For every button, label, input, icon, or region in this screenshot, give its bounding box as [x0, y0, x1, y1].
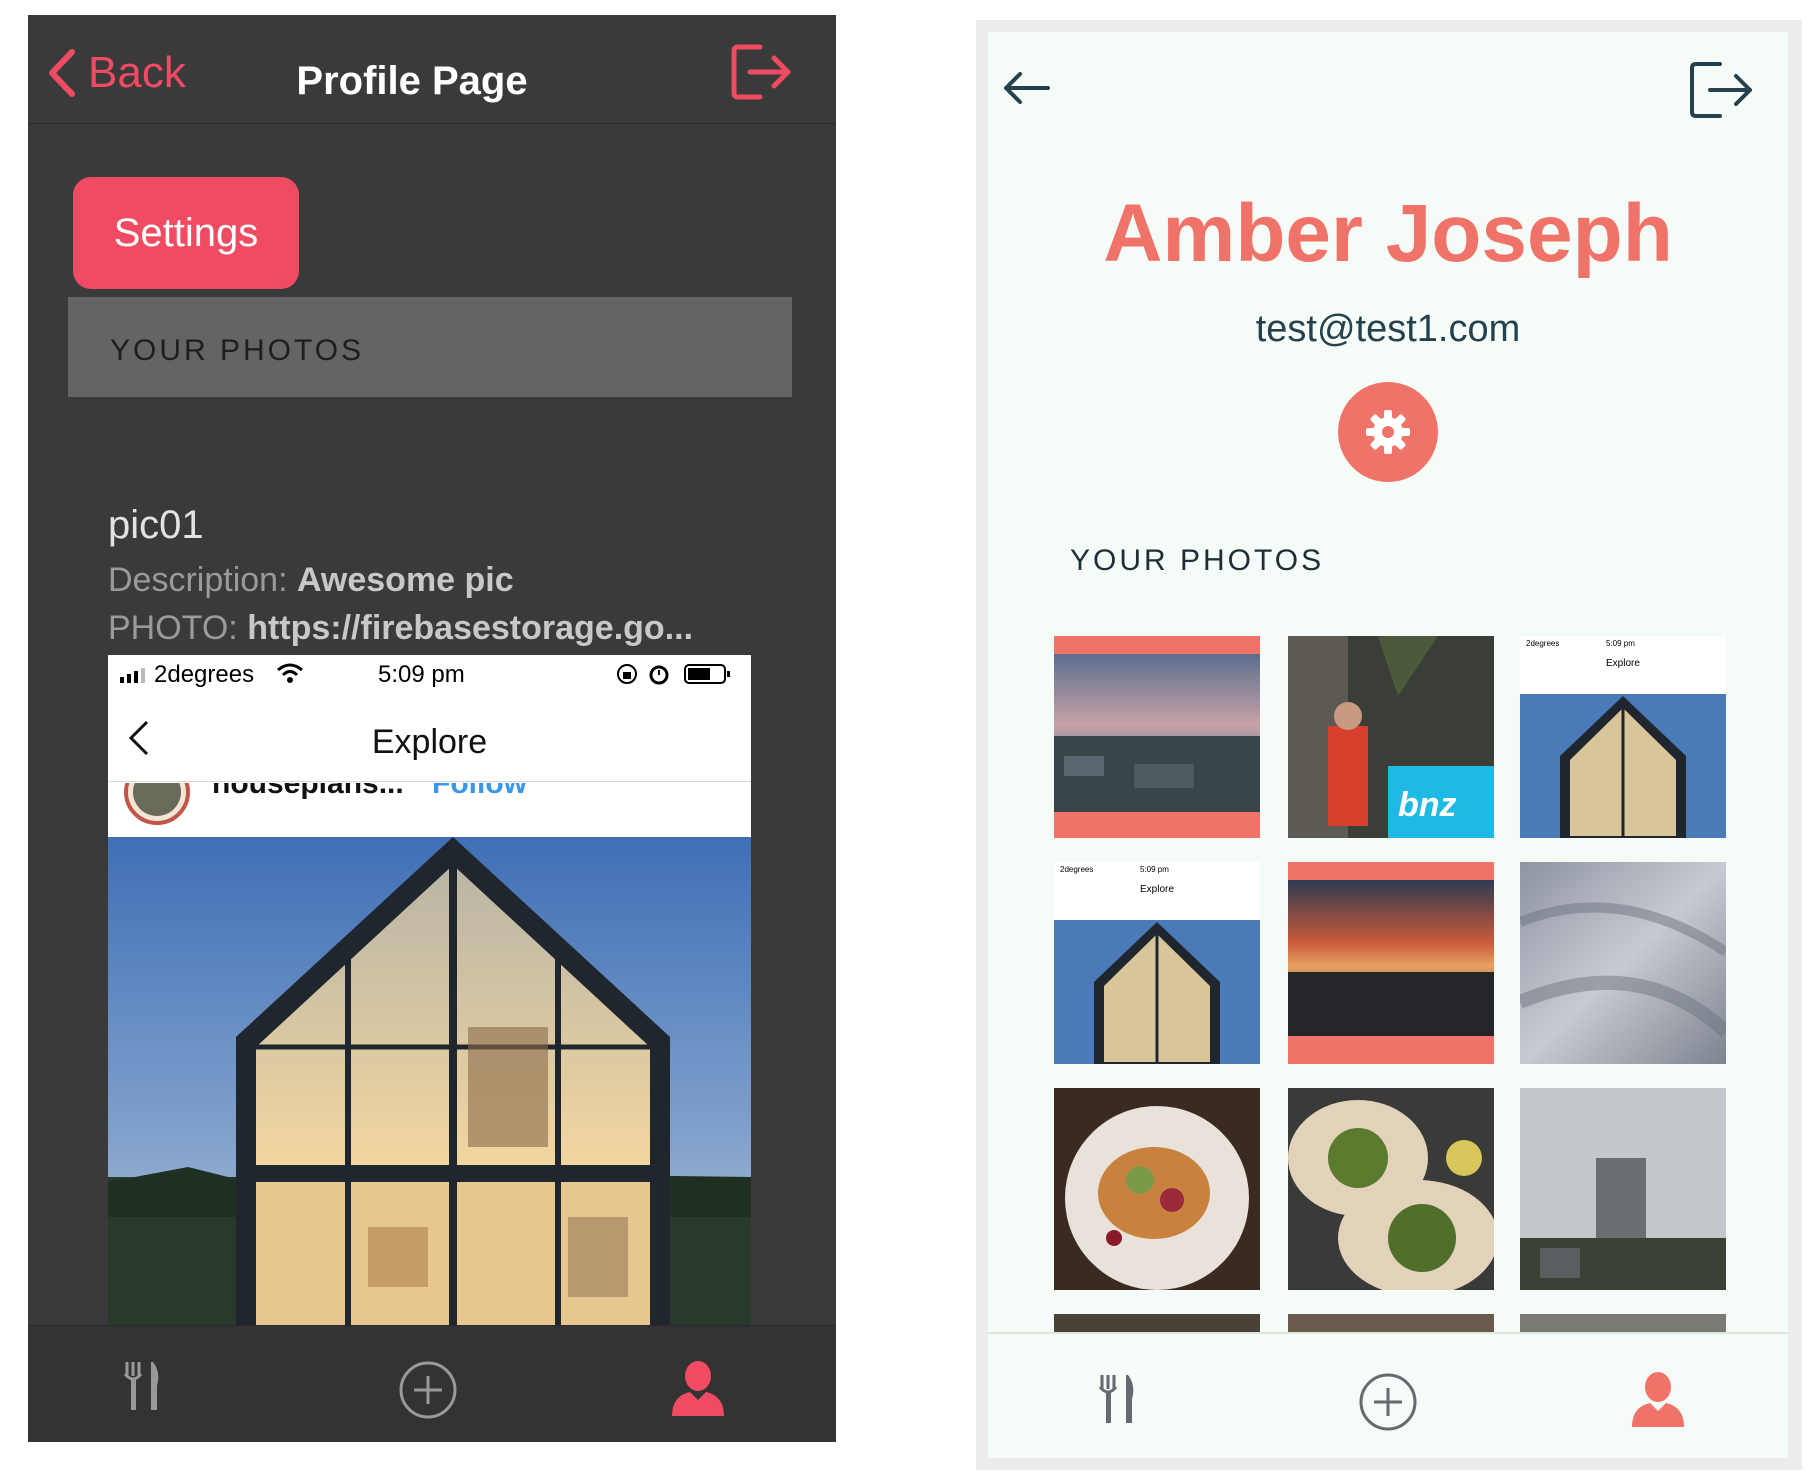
photos-section-header: YOUR PHOTOS	[68, 297, 792, 397]
sunset-harbour-photo	[1288, 862, 1494, 1064]
tacos-photo	[1288, 1088, 1494, 1290]
add-circle-icon[interactable]	[398, 1360, 458, 1425]
mini-time: 5:09 pm	[1606, 639, 1635, 648]
mini-title: Explore	[1140, 884, 1174, 895]
logout-icon[interactable]	[1688, 60, 1756, 125]
section-title: YOUR PHOTOS	[1070, 544, 1325, 577]
arrow-left-icon[interactable]	[1002, 70, 1052, 111]
photo-url-value: https://firebasestorage.go...	[247, 609, 694, 647]
embedded-username: houseplans...	[212, 783, 404, 800]
photo-image[interactable]: 2degrees 5:09 pm Explore houseplans... F…	[108, 655, 751, 1325]
profile-name: Amber Joseph	[1103, 188, 1673, 279]
mini-carrier: 2degrees	[1060, 865, 1093, 874]
photo-tile[interactable]	[1054, 636, 1260, 838]
photo-description: Description: Awesome pic	[108, 561, 514, 600]
photo-tile[interactable]	[1520, 862, 1726, 1064]
embedded-post-header: houseplans... Follow	[108, 783, 751, 837]
battery-icon	[684, 664, 730, 684]
lock-rotation-icon	[617, 664, 637, 684]
carrier-label: 2degrees	[154, 661, 255, 688]
fork-knife-icon[interactable]	[1098, 1372, 1138, 1431]
clock-label: 5:09 pm	[378, 661, 465, 688]
apartment-tower-photo	[1520, 1088, 1726, 1290]
house-screenshot-photo: 2degrees 5:09 pm Explore	[1054, 862, 1260, 1064]
settings-button[interactable]	[1338, 382, 1438, 482]
photo-tile[interactable]	[1054, 1088, 1260, 1290]
embedded-follow: Follow	[432, 783, 527, 800]
photo-tile[interactable]: 2degrees 5:09 pm Explore	[1520, 636, 1726, 838]
person-bnz-sign-photo: bnz	[1288, 636, 1494, 838]
left-phone-screen: Back Profile Page Settings YOUR PHOTOS p…	[28, 15, 836, 1442]
profile-icon[interactable]	[1628, 1370, 1688, 1435]
bottom-tab-bar	[28, 1325, 836, 1442]
settings-button[interactable]: Settings	[73, 177, 299, 289]
profile-icon[interactable]	[668, 1360, 728, 1423]
embedded-nav-bar: Explore	[108, 697, 751, 782]
gear-icon	[1366, 410, 1410, 454]
sunset-city-photo	[1054, 636, 1260, 838]
description-value: Awesome pic	[296, 561, 514, 599]
house-photo	[108, 837, 751, 1325]
profile-email: test@test1.com	[1255, 308, 1521, 350]
mini-time: 5:09 pm	[1140, 865, 1169, 874]
section-title: YOUR PHOTOS	[110, 334, 365, 367]
add-circle-icon[interactable]	[1358, 1372, 1418, 1437]
description-label: Description:	[108, 561, 288, 599]
right-phone-screen: Amber Joseph test@test1.com YOUR PHOTOS	[988, 32, 1788, 1458]
food-plate-photo	[1054, 1088, 1260, 1290]
avatar	[124, 783, 190, 825]
logout-icon[interactable]	[730, 43, 794, 106]
wifi-icon	[277, 663, 303, 683]
photo-url: PHOTO: https://firebasestorage.go...	[108, 609, 693, 648]
bottom-tab-bar	[988, 1332, 1788, 1458]
fabric-texture-photo	[1520, 862, 1726, 1064]
mini-title: Explore	[1606, 658, 1640, 669]
photo-url-label: PHOTO:	[108, 609, 238, 647]
photo-tile[interactable]	[1054, 1314, 1260, 1332]
photo-tile[interactable]: 2degrees 5:09 pm Explore	[1054, 862, 1260, 1064]
photo-title: pic01	[108, 503, 204, 547]
photo-tile[interactable]	[1520, 1088, 1726, 1290]
page-title: Profile Page	[296, 59, 528, 103]
mini-carrier: 2degrees	[1526, 639, 1559, 648]
photo-tile[interactable]	[1288, 1088, 1494, 1290]
left-nav-bar: Back Profile Page	[28, 15, 836, 124]
photo-tile[interactable]	[1288, 1314, 1494, 1332]
house-screenshot-photo: 2degrees 5:09 pm Explore	[1520, 636, 1726, 838]
embedded-title: Explore	[371, 723, 488, 761]
fork-knife-icon[interactable]	[123, 1360, 163, 1417]
photo-tile[interactable]	[1288, 862, 1494, 1064]
signal-icon	[120, 668, 145, 683]
alarm-icon	[649, 665, 669, 685]
status-bar: 2degrees 5:09 pm	[108, 655, 751, 695]
photo-tile[interactable]	[1520, 1314, 1726, 1332]
bnz-sign-text: bnz	[1398, 786, 1457, 824]
photo-tile[interactable]: bnz	[1288, 636, 1494, 838]
